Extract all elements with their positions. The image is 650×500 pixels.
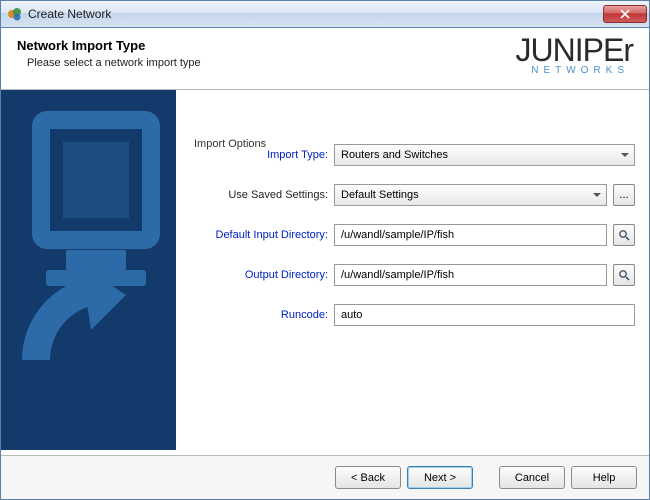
monitor-arrow-icon	[11, 110, 171, 410]
search-icon	[618, 269, 630, 281]
close-icon	[620, 9, 630, 19]
wizard-header: Network Import Type Please select a netw…	[1, 28, 649, 90]
page-title: Network Import Type	[17, 38, 201, 53]
wizard-footer: < Back Next > Cancel Help	[1, 455, 649, 499]
brand-name: JUNIPEr	[516, 36, 633, 65]
label-saved-settings: Use Saved Settings:	[190, 189, 328, 201]
window-title: Create Network	[28, 7, 603, 21]
next-button[interactable]: Next >	[407, 466, 473, 489]
close-button[interactable]	[603, 5, 647, 23]
search-icon	[618, 229, 630, 241]
page-subtitle: Please select a network import type	[27, 57, 201, 69]
runcode-field[interactable]	[334, 304, 635, 326]
import-options-group: Import Options Import Type: Routers and …	[190, 144, 635, 326]
help-button[interactable]: Help	[571, 466, 637, 489]
header-text: Network Import Type Please select a netw…	[17, 38, 201, 69]
input-dir-browse-button[interactable]	[613, 224, 635, 246]
output-dir-field[interactable]	[334, 264, 607, 286]
saved-settings-select-wrap: Default Settings	[334, 184, 607, 206]
ellipsis-icon: ...	[619, 189, 628, 201]
label-runcode: Runcode:	[190, 309, 328, 321]
row-saved-settings: Use Saved Settings: Default Settings ...	[190, 184, 635, 206]
input-dir-field[interactable]	[334, 224, 607, 246]
form-area: Import Options Import Type: Routers and …	[176, 90, 649, 450]
saved-settings-select[interactable]: Default Settings	[334, 184, 607, 206]
label-import-type: Import Type:	[190, 149, 328, 161]
import-type-select-wrap: Routers and Switches	[334, 144, 635, 166]
saved-settings-more-button[interactable]: ...	[613, 184, 635, 206]
app-icon	[7, 6, 23, 22]
brand-sub: NETWORKS	[516, 65, 629, 76]
output-dir-browse-button[interactable]	[613, 264, 635, 286]
back-button[interactable]: < Back	[335, 466, 401, 489]
label-output-dir: Output Directory:	[190, 269, 328, 281]
group-label: Import Options	[192, 138, 268, 150]
main-content: Import Options Import Type: Routers and …	[1, 90, 649, 450]
wizard-graphic	[1, 90, 176, 450]
brand-logo: JUNIPEr NETWORKS	[516, 36, 633, 76]
row-output-dir: Output Directory:	[190, 264, 635, 286]
import-type-select[interactable]: Routers and Switches	[334, 144, 635, 166]
label-input-dir: Default Input Directory:	[190, 229, 328, 241]
cancel-button[interactable]: Cancel	[499, 466, 565, 489]
row-input-dir: Default Input Directory:	[190, 224, 635, 246]
window-body: Network Import Type Please select a netw…	[0, 28, 650, 500]
titlebar: Create Network	[0, 0, 650, 28]
row-runcode: Runcode:	[190, 304, 635, 326]
